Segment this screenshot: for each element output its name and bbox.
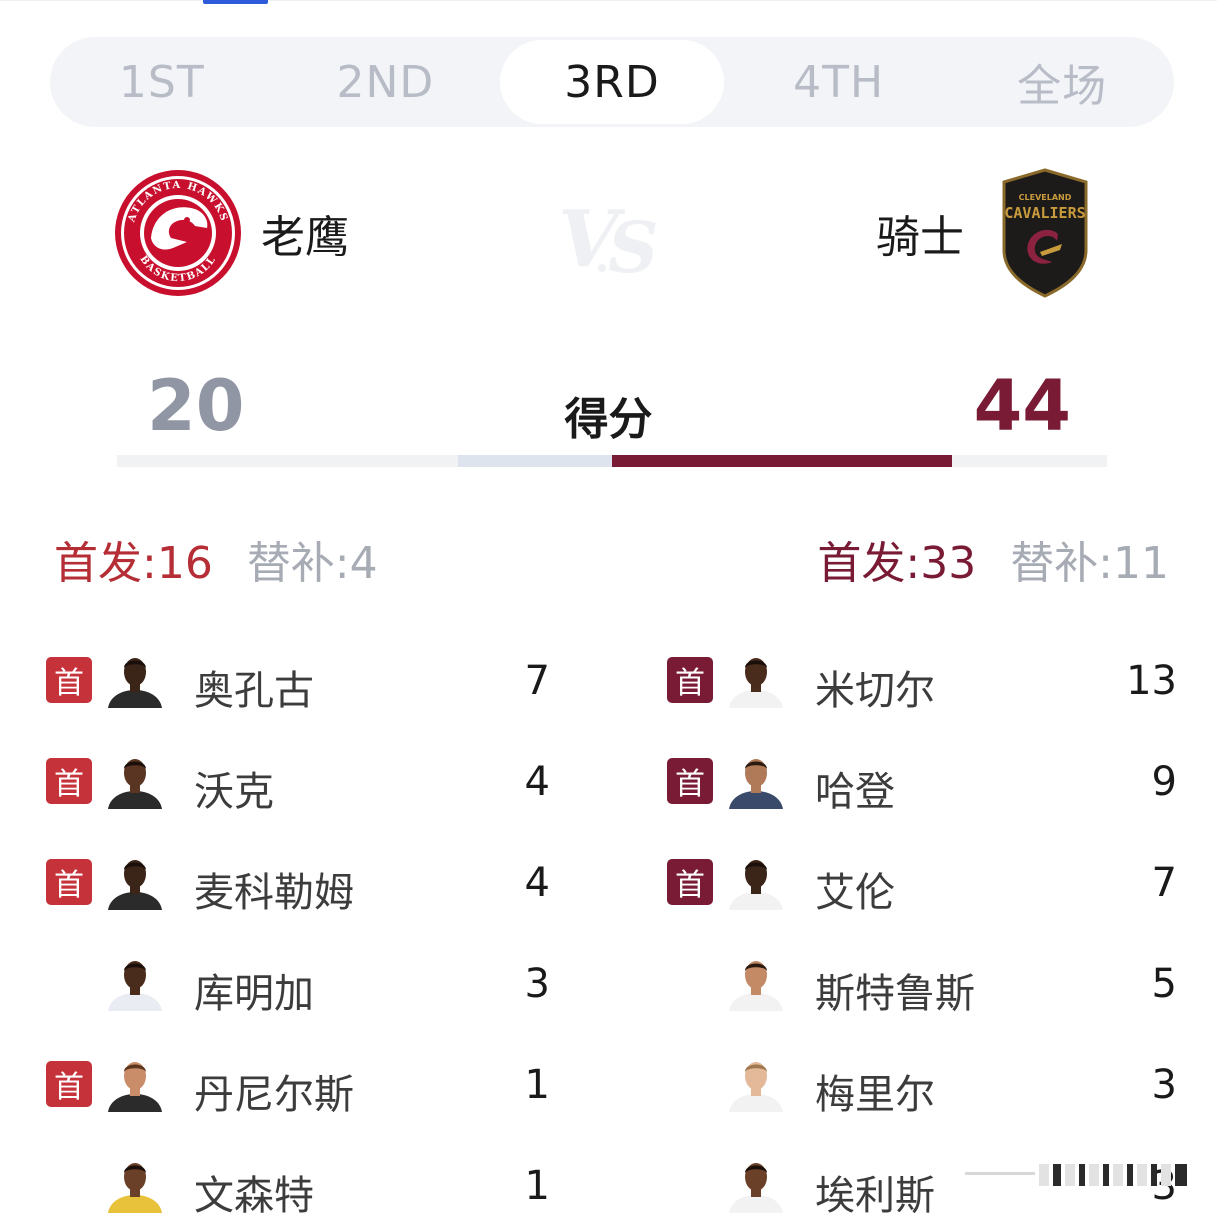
player-points: 5 (1151, 961, 1177, 1007)
away-bench-points: 替补:11 (1010, 538, 1169, 589)
svg-text:S: S (608, 206, 659, 288)
player-points: 4 (524, 860, 550, 906)
quarter-tabs: 1ST 2ND 3RD 4TH 全场 (50, 37, 1174, 127)
home-player-row[interactable]: 首 麦科勒姆 4 (46, 832, 556, 933)
away-player-row[interactable]: 梅里尔 3 (667, 1034, 1177, 1135)
tab-full-game[interactable]: 全场 (950, 40, 1174, 124)
score-comparison-bar (117, 455, 1107, 467)
player-points: 7 (1151, 860, 1177, 906)
player-avatar (104, 1157, 166, 1213)
player-avatar (725, 1157, 787, 1213)
home-team-name: 老鹰 (261, 212, 349, 263)
player-name: 艾伦 (815, 870, 895, 916)
cleveland-cavaliers-logo-icon: CLEVELAND CAVALIERS (1002, 168, 1088, 298)
home-score-breakdown: 首发:16 替补:4 (54, 527, 378, 591)
player-name: 沃克 (194, 769, 274, 815)
home-player-row[interactable]: 库明加 3 (46, 933, 556, 1034)
player-name: 麦科勒姆 (194, 870, 354, 916)
home-player-row[interactable]: 首 沃克 4 (46, 731, 556, 832)
player-name: 埃利斯 (815, 1173, 935, 1214)
score-row: 20 得分 44 (0, 365, 1217, 455)
player-avatar (725, 955, 787, 1011)
player-avatar (104, 1056, 166, 1112)
player-avatar (725, 854, 787, 910)
player-name: 文森特 (194, 1173, 314, 1214)
vs-watermark-icon: V S (558, 194, 659, 288)
player-avatar (104, 652, 166, 708)
away-player-row[interactable]: 斯特鲁斯 5 (667, 933, 1177, 1034)
away-player-row[interactable]: 首 艾伦 7 (667, 832, 1177, 933)
watermark-icon (965, 1164, 1187, 1186)
tab-4th[interactable]: 4TH (727, 40, 951, 124)
player-points: 9 (1151, 759, 1177, 805)
player-points: 1 (524, 1163, 550, 1209)
home-team[interactable]: ATLANTA HAWKS BASKETBALL 老鹰 (113, 168, 349, 298)
player-name: 丹尼尔斯 (194, 1072, 354, 1118)
player-points: 7 (524, 658, 550, 704)
svg-text:CLEVELAND: CLEVELAND (1019, 193, 1072, 202)
player-name: 奥孔古 (194, 668, 314, 714)
player-name: 库明加 (194, 971, 314, 1017)
top-tab-indicator (203, 0, 268, 4)
player-points: 1 (524, 1062, 550, 1108)
home-player-row[interactable]: 首 奥孔古 7 (46, 630, 556, 731)
player-points: 4 (524, 759, 550, 805)
player-avatar (104, 753, 166, 809)
away-score-breakdown: 首发:33 替补:11 (817, 527, 1169, 591)
away-player-list: 首米切尔13首哈登9首艾伦7斯特鲁斯5梅里尔3埃利斯3 (667, 630, 1177, 1214)
home-player-row[interactable]: 文森特 1 (46, 1135, 556, 1214)
player-name: 米切尔 (815, 668, 935, 714)
player-avatar (104, 955, 166, 1011)
player-avatar (104, 854, 166, 910)
away-score-bar (612, 455, 952, 467)
home-player-list: 首奥孔古 7 首沃克 4 首麦科勒姆 4 库明加 3 首丹尼尔斯 1 文森特 1 (46, 630, 556, 1214)
home-bench-points: 替补:4 (246, 538, 378, 589)
player-avatar (725, 1056, 787, 1112)
away-player-row[interactable]: 首 米切尔 13 (667, 630, 1177, 731)
player-points: 3 (524, 961, 550, 1007)
tab-3rd[interactable]: 3RD (500, 40, 724, 124)
home-player-row[interactable]: 首 丹尼尔斯 1 (46, 1034, 556, 1135)
away-team-name: 骑士 (876, 212, 964, 263)
player-name: 哈登 (815, 769, 895, 815)
tab-1st[interactable]: 1ST (50, 40, 274, 124)
home-score-bar (458, 455, 612, 467)
starter-badge: 首 (46, 859, 92, 905)
player-points: 13 (1126, 658, 1177, 704)
away-score: 44 (973, 365, 1071, 447)
player-name: 梅里尔 (815, 1072, 935, 1118)
player-avatar (725, 753, 787, 809)
player-name: 斯特鲁斯 (815, 971, 975, 1017)
home-starters-points: 首发:16 (54, 538, 213, 589)
svg-text:CAVALIERS: CAVALIERS (1004, 204, 1085, 222)
top-divider (0, 0, 1217, 1)
away-starters-points: 首发:33 (817, 538, 977, 589)
starter-badge: 首 (667, 657, 713, 703)
atlanta-hawks-logo-icon: ATLANTA HAWKS BASKETBALL (115, 170, 241, 296)
player-points: 3 (1151, 1062, 1177, 1108)
starter-badge: 首 (46, 1061, 92, 1107)
player-avatar (725, 652, 787, 708)
away-team[interactable]: 骑士 CLEVELAND CAVALIERS (876, 168, 1090, 298)
starter-badge: 首 (667, 859, 713, 905)
starter-badge: 首 (667, 758, 713, 804)
tab-2nd[interactable]: 2ND (274, 40, 498, 124)
team-header: ATLANTA HAWKS BASKETBALL 老鹰 V S 骑士 CLEVE… (0, 160, 1217, 310)
away-player-row[interactable]: 首 哈登 9 (667, 731, 1177, 832)
starter-badge: 首 (46, 657, 92, 703)
starter-badge: 首 (46, 758, 92, 804)
